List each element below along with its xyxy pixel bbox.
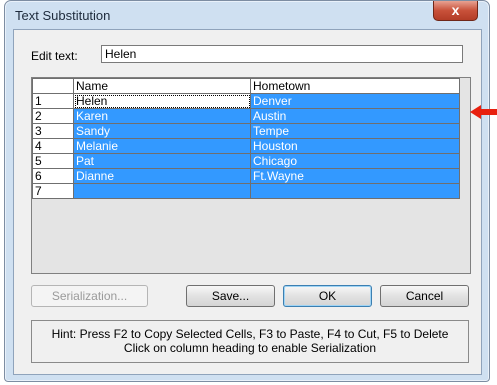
table-row[interactable]: 7 xyxy=(32,183,460,199)
table-row[interactable]: 4 Melanie Houston xyxy=(32,138,460,154)
dialog-client-area: Edit text: Name Hometown 1 Helen Denver … xyxy=(13,29,482,375)
row-number[interactable]: 4 xyxy=(32,138,74,154)
table-row[interactable]: 5 Pat Chicago xyxy=(32,153,460,169)
cancel-button[interactable]: Cancel xyxy=(380,285,469,307)
ok-button[interactable]: OK xyxy=(283,285,372,307)
name-cell[interactable]: Pat xyxy=(73,153,251,169)
save-button[interactable]: Save... xyxy=(186,285,275,307)
close-button[interactable]: x xyxy=(433,1,478,21)
serialization-button[interactable]: Serialization... xyxy=(31,285,148,307)
hometown-cell[interactable]: Tempe xyxy=(250,123,460,139)
row-number[interactable]: 6 xyxy=(32,168,74,184)
grid-corner-cell[interactable] xyxy=(32,78,74,94)
name-cell[interactable]: Sandy xyxy=(73,123,251,139)
grid-header-row: Name Hometown xyxy=(32,78,460,94)
hint-box: Hint: Press F2 to Copy Selected Cells, F… xyxy=(31,320,469,363)
name-cell[interactable]: Melanie xyxy=(73,138,251,154)
row-number[interactable]: 1 xyxy=(32,93,74,109)
hometown-cell[interactable] xyxy=(250,183,460,199)
hint-line-1: Hint: Press F2 to Copy Selected Cells, F… xyxy=(51,327,449,341)
name-cell[interactable]: Helen xyxy=(73,93,251,109)
hometown-cell[interactable]: Denver xyxy=(250,93,460,109)
hometown-cell[interactable]: Houston xyxy=(250,138,460,154)
edit-text-label: Edit text: xyxy=(31,49,78,63)
table-row[interactable]: 1 Helen Denver xyxy=(32,93,460,109)
table-row[interactable]: 2 Karen Austin xyxy=(32,108,460,124)
name-cell[interactable]: Dianne xyxy=(73,168,251,184)
hint-line-2: Click on column heading to enable Serial… xyxy=(123,341,377,355)
name-cell[interactable] xyxy=(73,183,251,199)
hometown-cell[interactable]: Chicago xyxy=(250,153,460,169)
name-cell[interactable]: Karen xyxy=(73,108,251,124)
edit-text-input[interactable] xyxy=(101,45,463,63)
grid-table: Name Hometown 1 Helen Denver 2 Karen Aus… xyxy=(32,78,460,199)
red-arrow-icon xyxy=(470,105,497,119)
row-number[interactable]: 2 xyxy=(32,108,74,124)
window-title: Text Substitution xyxy=(15,8,111,23)
column-header-name[interactable]: Name xyxy=(73,78,251,94)
hometown-cell[interactable]: Ft.Wayne xyxy=(250,168,460,184)
text-substitution-dialog: Text Substitution x Edit text: Name Home… xyxy=(4,0,490,382)
substitution-grid[interactable]: Name Hometown 1 Helen Denver 2 Karen Aus… xyxy=(31,77,471,274)
table-row[interactable]: 3 Sandy Tempe xyxy=(32,123,460,139)
column-header-hometown[interactable]: Hometown xyxy=(250,78,460,94)
row-number[interactable]: 7 xyxy=(32,183,74,199)
row-number[interactable]: 3 xyxy=(32,123,74,139)
table-row[interactable]: 6 Dianne Ft.Wayne xyxy=(32,168,460,184)
hometown-cell[interactable]: Austin xyxy=(250,108,460,124)
row-number[interactable]: 5 xyxy=(32,153,74,169)
